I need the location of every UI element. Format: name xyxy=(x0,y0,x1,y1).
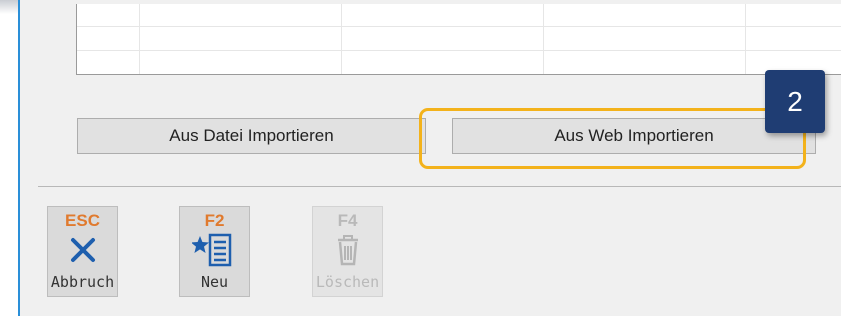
new-button[interactable]: F2 Neu xyxy=(179,206,250,297)
cancel-shortcut: ESC xyxy=(65,211,100,230)
new-shortcut: F2 xyxy=(204,211,225,230)
callout-number-badge: 2 xyxy=(765,70,825,133)
import-from-file-button[interactable]: Aus Datei Importieren xyxy=(77,118,426,154)
cancel-button[interactable]: ESC Abbruch xyxy=(47,206,118,297)
callout-highlight-frame xyxy=(419,108,806,169)
trash-icon xyxy=(335,231,361,269)
delete-shortcut: F4 xyxy=(337,211,358,230)
import-from-file-label: Aus Datei Importieren xyxy=(169,126,334,145)
data-grid[interactable] xyxy=(76,4,841,75)
new-label: Neu xyxy=(200,273,229,291)
close-icon xyxy=(70,231,96,269)
delete-button[interactable]: F4 Löschen xyxy=(312,206,383,297)
new-list-icon xyxy=(191,231,238,269)
delete-label: Löschen xyxy=(315,273,380,291)
cancel-label: Abbruch xyxy=(50,273,115,291)
